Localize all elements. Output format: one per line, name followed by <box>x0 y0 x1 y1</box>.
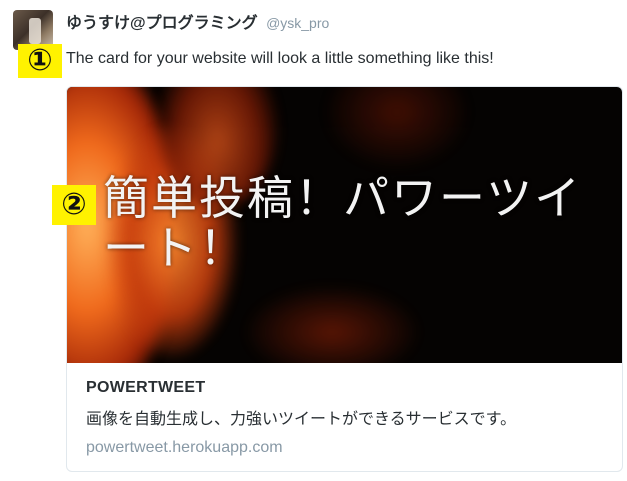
card-description: 画像を自動生成し、力強いツイートができるサービスです。 <box>86 411 517 428</box>
annotation-marker-1: ① <box>18 44 62 78</box>
tweet-container: ゆうすけ@プログラミング @ysk_pro The card for your … <box>0 0 627 481</box>
card-image[interactable]: 簡単投稿！パワーツイート！ <box>67 87 622 363</box>
card-image-title: 簡単投稿！パワーツイート！ <box>103 171 583 275</box>
flame-shape <box>327 87 467 167</box>
flame-shape <box>247 287 417 363</box>
annotation-marker-2: ② <box>52 185 96 225</box>
card-title: POWERTWEET <box>86 379 206 396</box>
tweet-text: The card for your website will look a li… <box>66 50 494 67</box>
screen-name[interactable]: @ysk_pro <box>266 15 329 31</box>
card-domain-link[interactable]: powertweet.herokuapp.com <box>86 439 606 457</box>
tweet-header: ゆうすけ@プログラミング @ysk_pro <box>66 9 329 33</box>
website-card[interactable]: 簡単投稿！パワーツイート！ POWERTWEET 画像を自動生成し、力強いツイー… <box>66 86 623 472</box>
card-body: POWERTWEET 画像を自動生成し、力強いツイートができるサービスです。 p… <box>86 379 606 457</box>
avatar-figure <box>29 18 41 44</box>
display-name[interactable]: ゆうすけ@プログラミング <box>66 15 258 32</box>
